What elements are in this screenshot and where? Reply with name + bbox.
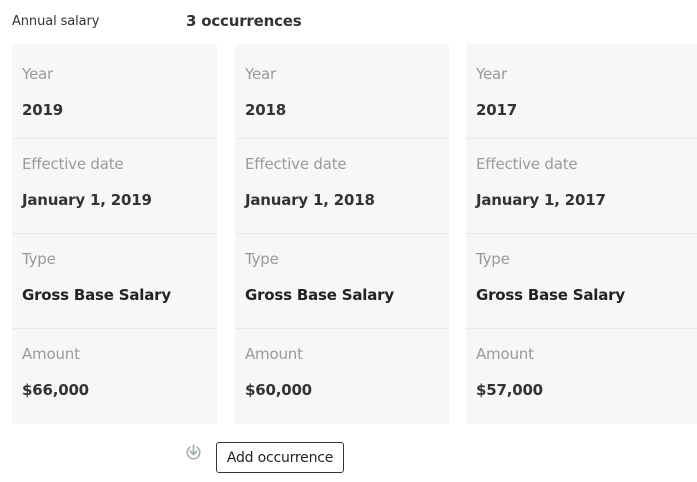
occurrence-cards: Year 2019 Effective date January 1, 2019… [12, 44, 697, 424]
field-value: 2017 [476, 101, 517, 119]
field-effective-date: Effective date January 1, 2019 [12, 139, 217, 234]
field-value: January 1, 2017 [476, 191, 606, 209]
field-label: Effective date [476, 155, 578, 173]
occurrence-card: Year 2019 Effective date January 1, 2019… [12, 44, 217, 424]
field-type: Type Gross Base Salary [235, 234, 449, 329]
field-year: Year 2017 [466, 44, 697, 139]
occurrence-card: Year 2018 Effective date January 1, 2018… [235, 44, 449, 424]
field-label: Amount [245, 345, 303, 363]
field-value: Gross Base Salary [22, 286, 171, 304]
field-value: 2018 [245, 101, 286, 119]
field-label: Type [22, 250, 56, 268]
section-label: Annual salary [12, 14, 100, 29]
field-value: $60,000 [245, 381, 312, 399]
field-type: Type Gross Base Salary [466, 234, 697, 329]
field-value: 2019 [22, 101, 63, 119]
field-effective-date: Effective date January 1, 2018 [235, 139, 449, 234]
field-value: January 1, 2018 [245, 191, 375, 209]
field-value: Gross Base Salary [476, 286, 625, 304]
field-label: Effective date [245, 155, 347, 173]
field-year: Year 2018 [235, 44, 449, 139]
occurrence-count: 3 occurrences [186, 12, 302, 30]
field-effective-date: Effective date January 1, 2017 [466, 139, 697, 234]
field-amount: Amount $60,000 [235, 329, 449, 424]
field-label: Type [476, 250, 510, 268]
field-type: Type Gross Base Salary [12, 234, 217, 329]
field-value: January 1, 2019 [22, 191, 152, 209]
field-value: $57,000 [476, 381, 543, 399]
field-label: Amount [476, 345, 534, 363]
field-value: $66,000 [22, 381, 89, 399]
download-icon[interactable] [185, 444, 202, 461]
field-value: Gross Base Salary [245, 286, 394, 304]
field-label: Effective date [22, 155, 124, 173]
field-amount: Amount $57,000 [466, 329, 697, 424]
field-year: Year 2019 [12, 44, 217, 139]
add-occurrence-button[interactable]: Add occurrence [216, 442, 344, 473]
field-label: Year [476, 65, 507, 83]
occurrence-card: Year 2017 Effective date January 1, 2017… [466, 44, 697, 424]
field-label: Year [245, 65, 276, 83]
field-label: Amount [22, 345, 80, 363]
field-label: Year [22, 65, 53, 83]
field-label: Type [245, 250, 279, 268]
field-amount: Amount $66,000 [12, 329, 217, 424]
